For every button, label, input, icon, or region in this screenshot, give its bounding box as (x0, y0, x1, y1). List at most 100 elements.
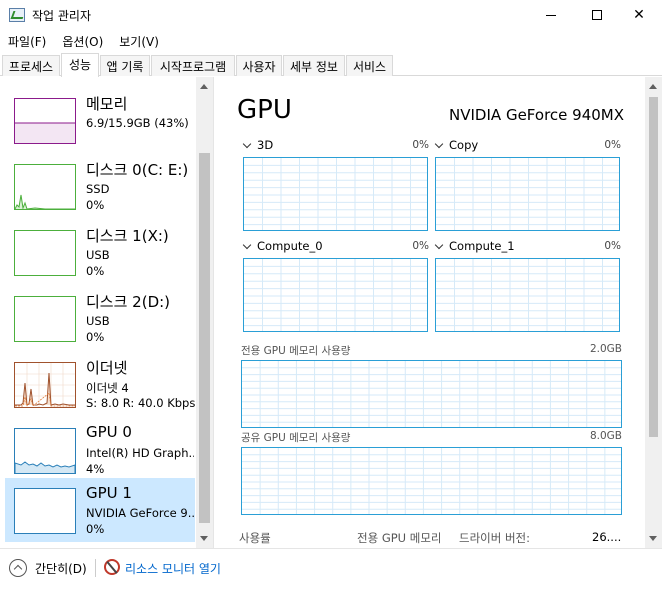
scrollbar-thumb[interactable] (199, 153, 210, 523)
detail-scrollbar[interactable] (645, 77, 662, 548)
scrollbar-thumb[interactable] (649, 97, 658, 437)
gpu-1-thumbnail (14, 488, 76, 534)
bottom-bar: 간단히(D) 리소스 모니터 열기 (0, 548, 662, 593)
graph-grid (436, 158, 619, 230)
minimize-icon (546, 14, 556, 16)
resource-type: SSD (86, 182, 110, 196)
resource-throughput: S: 8.0 R: 40.0 Kbps (86, 396, 196, 410)
fewer-details-button[interactable]: 간단히(D) (35, 560, 87, 577)
minimize-button[interactable] (528, 0, 574, 30)
resource-device: Intel(R) HD Graph... (86, 446, 194, 460)
tab-performance[interactable]: 성능 (61, 53, 99, 77)
resource-name: 디스크 2(D:) (86, 293, 171, 311)
resource-ethernet[interactable]: 이더넷 이더넷 4 S: 8.0 R: 40.0 Kbps (5, 354, 195, 418)
resource-usage: 0% (86, 198, 105, 212)
engine-label: Copy (449, 138, 479, 152)
gpu-detail-panel: GPU NVIDIA GeForce 940MX 3D 0% Copy 0% C… (215, 77, 662, 548)
divider (95, 559, 96, 577)
resource-name: GPU 1 (86, 484, 132, 502)
tab-processes[interactable]: 프로세스 (2, 55, 60, 76)
gpu-0-thumbnail (14, 428, 76, 474)
driver-version-value: 26.... (592, 530, 622, 544)
close-button[interactable]: ✕ (616, 0, 662, 30)
graph-grid (242, 361, 621, 427)
disk-1-thumbnail (14, 230, 76, 276)
scroll-down-icon[interactable] (649, 536, 657, 541)
resource-memory[interactable]: 메모리 6.9/15.9GB (43%) (5, 90, 195, 154)
engine-selector-compute-1[interactable]: Compute_1 (434, 239, 515, 253)
tab-startup[interactable]: 시작프로그램 (151, 55, 235, 76)
chevron-up-icon[interactable] (9, 559, 27, 577)
resource-name: 메모리 (86, 95, 128, 113)
engine-graph-compute-1 (435, 258, 620, 332)
disk-0-thumbnail (14, 164, 76, 210)
dedicated-memory-graph (241, 360, 622, 428)
usage-stat-label: 사용률 (239, 531, 271, 545)
resource-gpu-0[interactable]: GPU 0 Intel(R) HD Graph... 4% (5, 420, 195, 484)
scroll-down-icon[interactable] (200, 536, 208, 541)
title-bar[interactable]: 작업 관리자 ✕ (0, 0, 662, 30)
engine-selector-compute-0[interactable]: Compute_0 (242, 239, 323, 253)
resource-usage: 0% (86, 522, 105, 536)
resource-name: 디스크 0(C: E:) (86, 161, 189, 179)
engine-label: Compute_0 (257, 239, 323, 253)
close-icon: ✕ (633, 7, 645, 23)
tab-app-history[interactable]: 앱 기록 (100, 55, 150, 76)
detail-title: GPU (237, 95, 292, 125)
engine-graph-compute-0 (243, 258, 428, 332)
driver-version-label: 드라이버 버전: (459, 531, 531, 545)
engine-selector-copy[interactable]: Copy (434, 138, 478, 152)
menu-bar: 파일(F) 옵션(O) 보기(V) (0, 30, 662, 52)
resource-usage: 4% (86, 462, 105, 476)
open-resource-monitor-link[interactable]: 리소스 모니터 열기 (125, 560, 221, 577)
resource-device: NVIDIA GeForce 9... (86, 506, 194, 520)
resource-monitor-icon[interactable] (104, 559, 120, 575)
tab-users[interactable]: 사용자 (236, 55, 282, 76)
scroll-up-icon[interactable] (200, 84, 208, 89)
menu-options[interactable]: 옵션(O) (54, 30, 111, 52)
task-manager-icon (9, 8, 25, 22)
menu-file[interactable]: 파일(F) (0, 30, 54, 52)
resource-list-scrollbar[interactable] (196, 77, 213, 548)
tab-details[interactable]: 세부 정보 (283, 55, 345, 76)
resource-disk-2[interactable]: 디스크 2(D:) USB 0% (5, 288, 195, 352)
chevron-down-icon (434, 240, 444, 249)
engine-selector-3d[interactable]: 3D (242, 138, 273, 152)
scroll-up-icon[interactable] (649, 84, 657, 89)
chevron-down-icon (434, 139, 444, 148)
resource-detail: 6.9/15.9GB (43%) (86, 116, 189, 130)
maximize-button[interactable] (574, 0, 620, 30)
graph-grid (244, 158, 427, 230)
graph-grid (436, 259, 619, 331)
shared-memory-max: 8.0GB (589, 430, 622, 442)
graph-grid (242, 448, 621, 514)
engine-pct: 0% (412, 240, 429, 252)
engine-graph-3d (243, 157, 428, 231)
dedicated-memory-max: 2.0GB (589, 343, 622, 355)
engine-label: 3D (257, 138, 274, 152)
maximize-icon (592, 10, 602, 20)
resource-adapter: 이더넷 4 (86, 381, 129, 395)
engine-pct: 0% (604, 240, 621, 252)
disk-2-thumbnail (14, 296, 76, 342)
resource-usage: 0% (86, 264, 105, 278)
dedicated-memory-label: 전용 GPU 메모리 사용량 (241, 345, 351, 357)
resource-gpu-1[interactable]: GPU 1 NVIDIA GeForce 9... 0% (5, 478, 195, 542)
resource-list: 메모리 6.9/15.9GB (43%) 디스크 0(C: E:) SSD 0%… (0, 77, 214, 548)
shared-memory-label: 공유 GPU 메모리 사용량 (241, 432, 351, 444)
resource-disk-0[interactable]: 디스크 0(C: E:) SSD 0% (5, 156, 195, 220)
resource-type: USB (86, 314, 110, 328)
resource-disk-1[interactable]: 디스크 1(X:) USB 0% (5, 222, 195, 286)
ethernet-thumbnail (14, 362, 76, 408)
memory-thumbnail (14, 98, 76, 144)
chevron-down-icon (242, 139, 252, 148)
resource-type: USB (86, 248, 110, 262)
tab-services[interactable]: 서비스 (346, 55, 393, 76)
engine-pct: 0% (412, 139, 429, 151)
resource-name: 디스크 1(X:) (86, 227, 169, 245)
engine-graph-copy (435, 157, 620, 231)
menu-view[interactable]: 보기(V) (111, 30, 167, 52)
chevron-down-icon (242, 240, 252, 249)
resource-name: GPU 0 (86, 423, 132, 441)
window-title: 작업 관리자 (32, 9, 92, 23)
